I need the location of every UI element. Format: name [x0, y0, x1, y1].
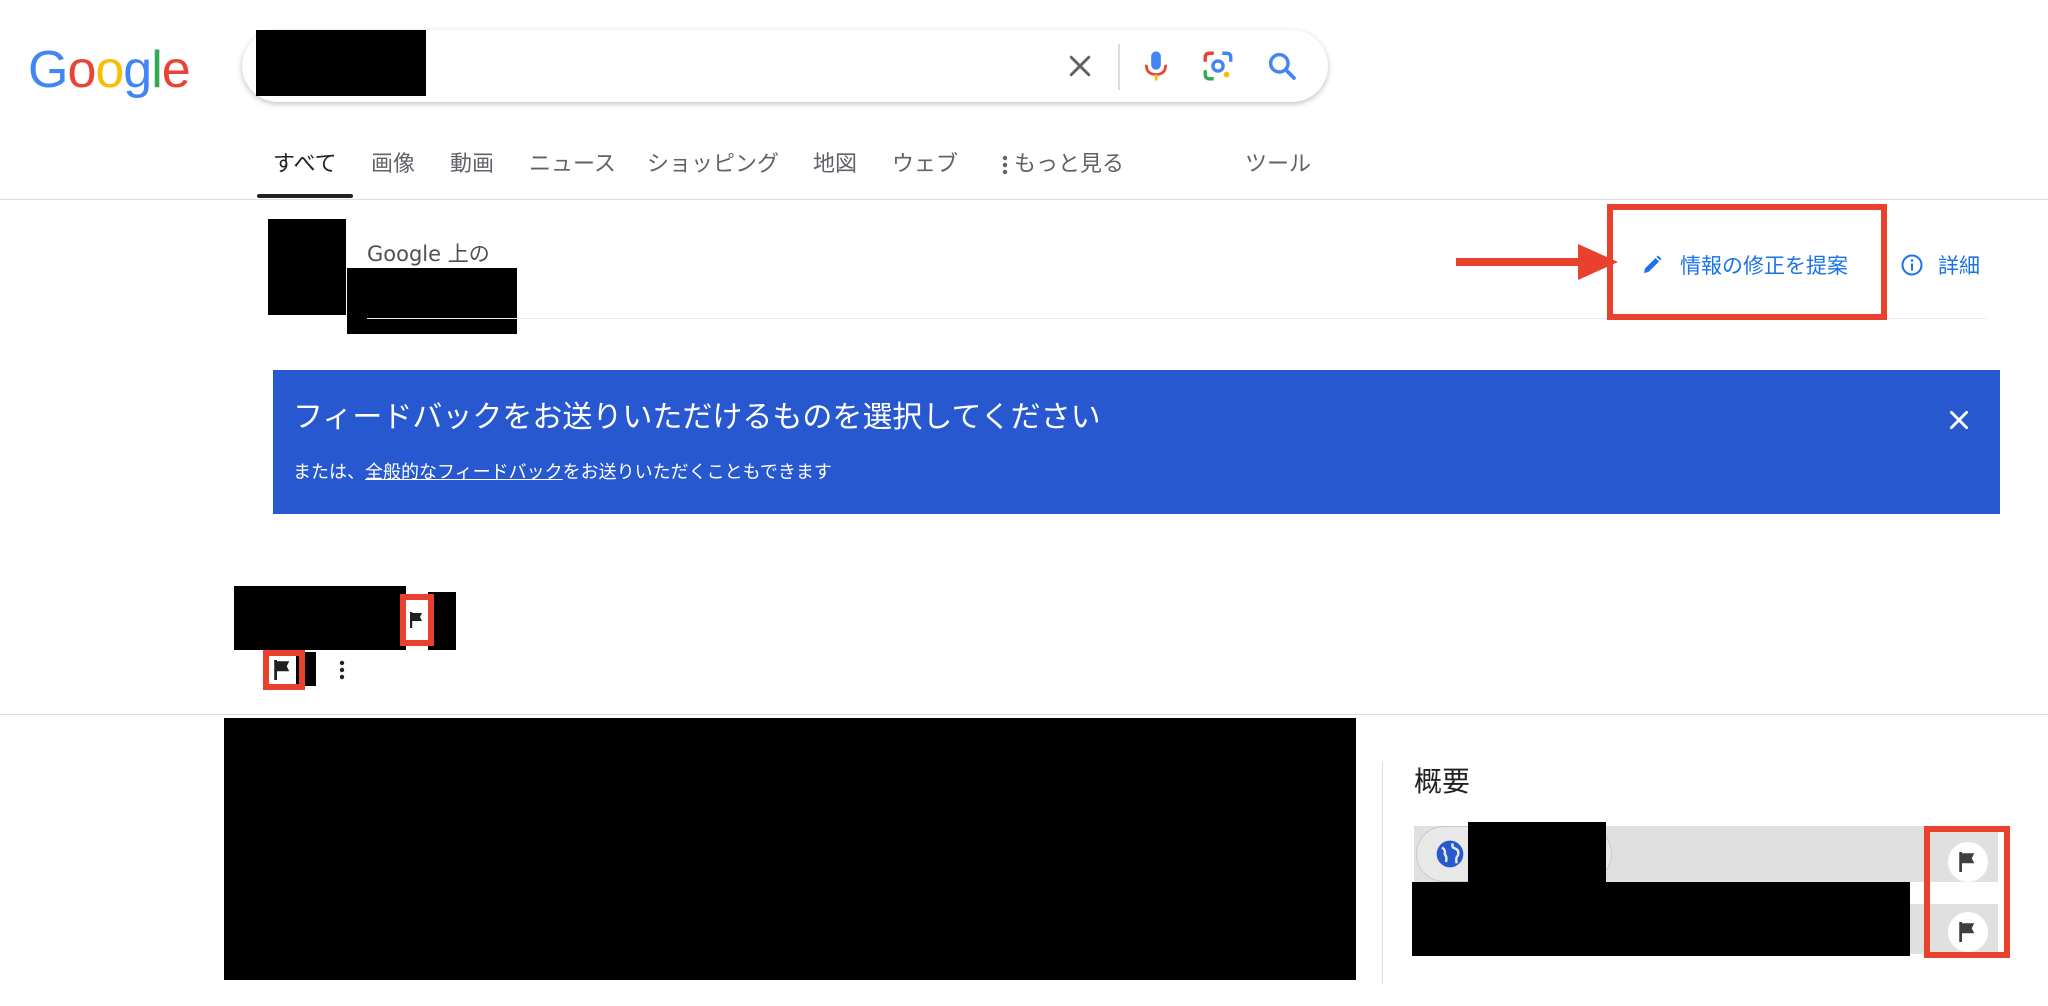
- details-label: 詳細: [1938, 254, 1980, 278]
- search-icon[interactable]: [1260, 44, 1304, 88]
- general-feedback-link[interactable]: 全般的なフィードバック: [365, 462, 563, 483]
- redacted-title: [234, 586, 406, 650]
- column-divider: [1382, 762, 1383, 984]
- section-divider: [0, 714, 2048, 715]
- more-options-icon[interactable]: [332, 656, 352, 684]
- banner-sub-prefix: または、: [293, 462, 365, 483]
- redacted-overview-text: [1412, 882, 1910, 956]
- feedback-banner: フィードバックをお送りいただけるものを選択してください または、全般的なフィード…: [273, 370, 2000, 514]
- google-logo[interactable]: Google: [28, 40, 191, 100]
- logo-letter: G: [28, 41, 68, 99]
- logo-letter: g: [123, 41, 152, 99]
- annotation-highlight-box: [400, 594, 434, 646]
- annotation-highlight-box: [263, 650, 305, 690]
- tab-more-label: もっと見る: [1014, 152, 1125, 177]
- google-on-label: Google 上の: [367, 242, 490, 266]
- overview-heading: 概要: [1414, 765, 1471, 798]
- tab-news[interactable]: ニュース: [529, 150, 616, 180]
- annotation-highlight-box: [1924, 826, 2010, 958]
- close-icon[interactable]: [1939, 400, 1979, 440]
- redacted-thumbnail: [268, 219, 346, 315]
- logo-letter: e: [161, 41, 191, 99]
- banner-sub-suffix: をお送りいただくこともできます: [562, 462, 832, 483]
- annotation-highlight-box: [1607, 204, 1887, 320]
- redacted-entity-name: [347, 268, 517, 334]
- logo-letter: o: [95, 41, 124, 99]
- active-tab-indicator: [257, 194, 353, 198]
- annotation-arrow-icon: [1456, 244, 1618, 284]
- clear-icon[interactable]: [1058, 44, 1102, 88]
- logo-letter: l: [151, 41, 163, 99]
- microphone-icon[interactable]: [1134, 44, 1178, 88]
- tab-images[interactable]: 画像: [371, 150, 415, 180]
- google-lens-icon[interactable]: [1196, 44, 1240, 88]
- tab-maps[interactable]: 地図: [813, 150, 857, 180]
- info-icon: [1901, 254, 1923, 276]
- globe-icon: [1434, 838, 1466, 870]
- tab-videos[interactable]: 動画: [450, 150, 494, 180]
- tab-more[interactable]: もっと見る: [1002, 150, 1124, 180]
- tab-all[interactable]: すべて: [273, 150, 337, 180]
- tab-shopping[interactable]: ショッピング: [647, 150, 779, 180]
- tabs-divider: [0, 199, 2048, 200]
- more-vert-icon: [1002, 155, 1008, 175]
- redacted-website: [1468, 822, 1606, 882]
- banner-title: フィードバックをお送りいただけるものを選択してください: [293, 400, 1101, 435]
- banner-subtitle: または、全般的なフィードバックをお送りいただくこともできます: [293, 460, 832, 486]
- tab-tools[interactable]: ツール: [1245, 150, 1311, 180]
- logo-letter: o: [67, 41, 96, 99]
- tab-web[interactable]: ウェブ: [892, 150, 958, 180]
- search-divider: [1118, 44, 1120, 90]
- details-button[interactable]: 詳細: [1900, 248, 1980, 282]
- redacted-image-gallery: [224, 718, 1356, 980]
- redacted-query: [256, 30, 426, 96]
